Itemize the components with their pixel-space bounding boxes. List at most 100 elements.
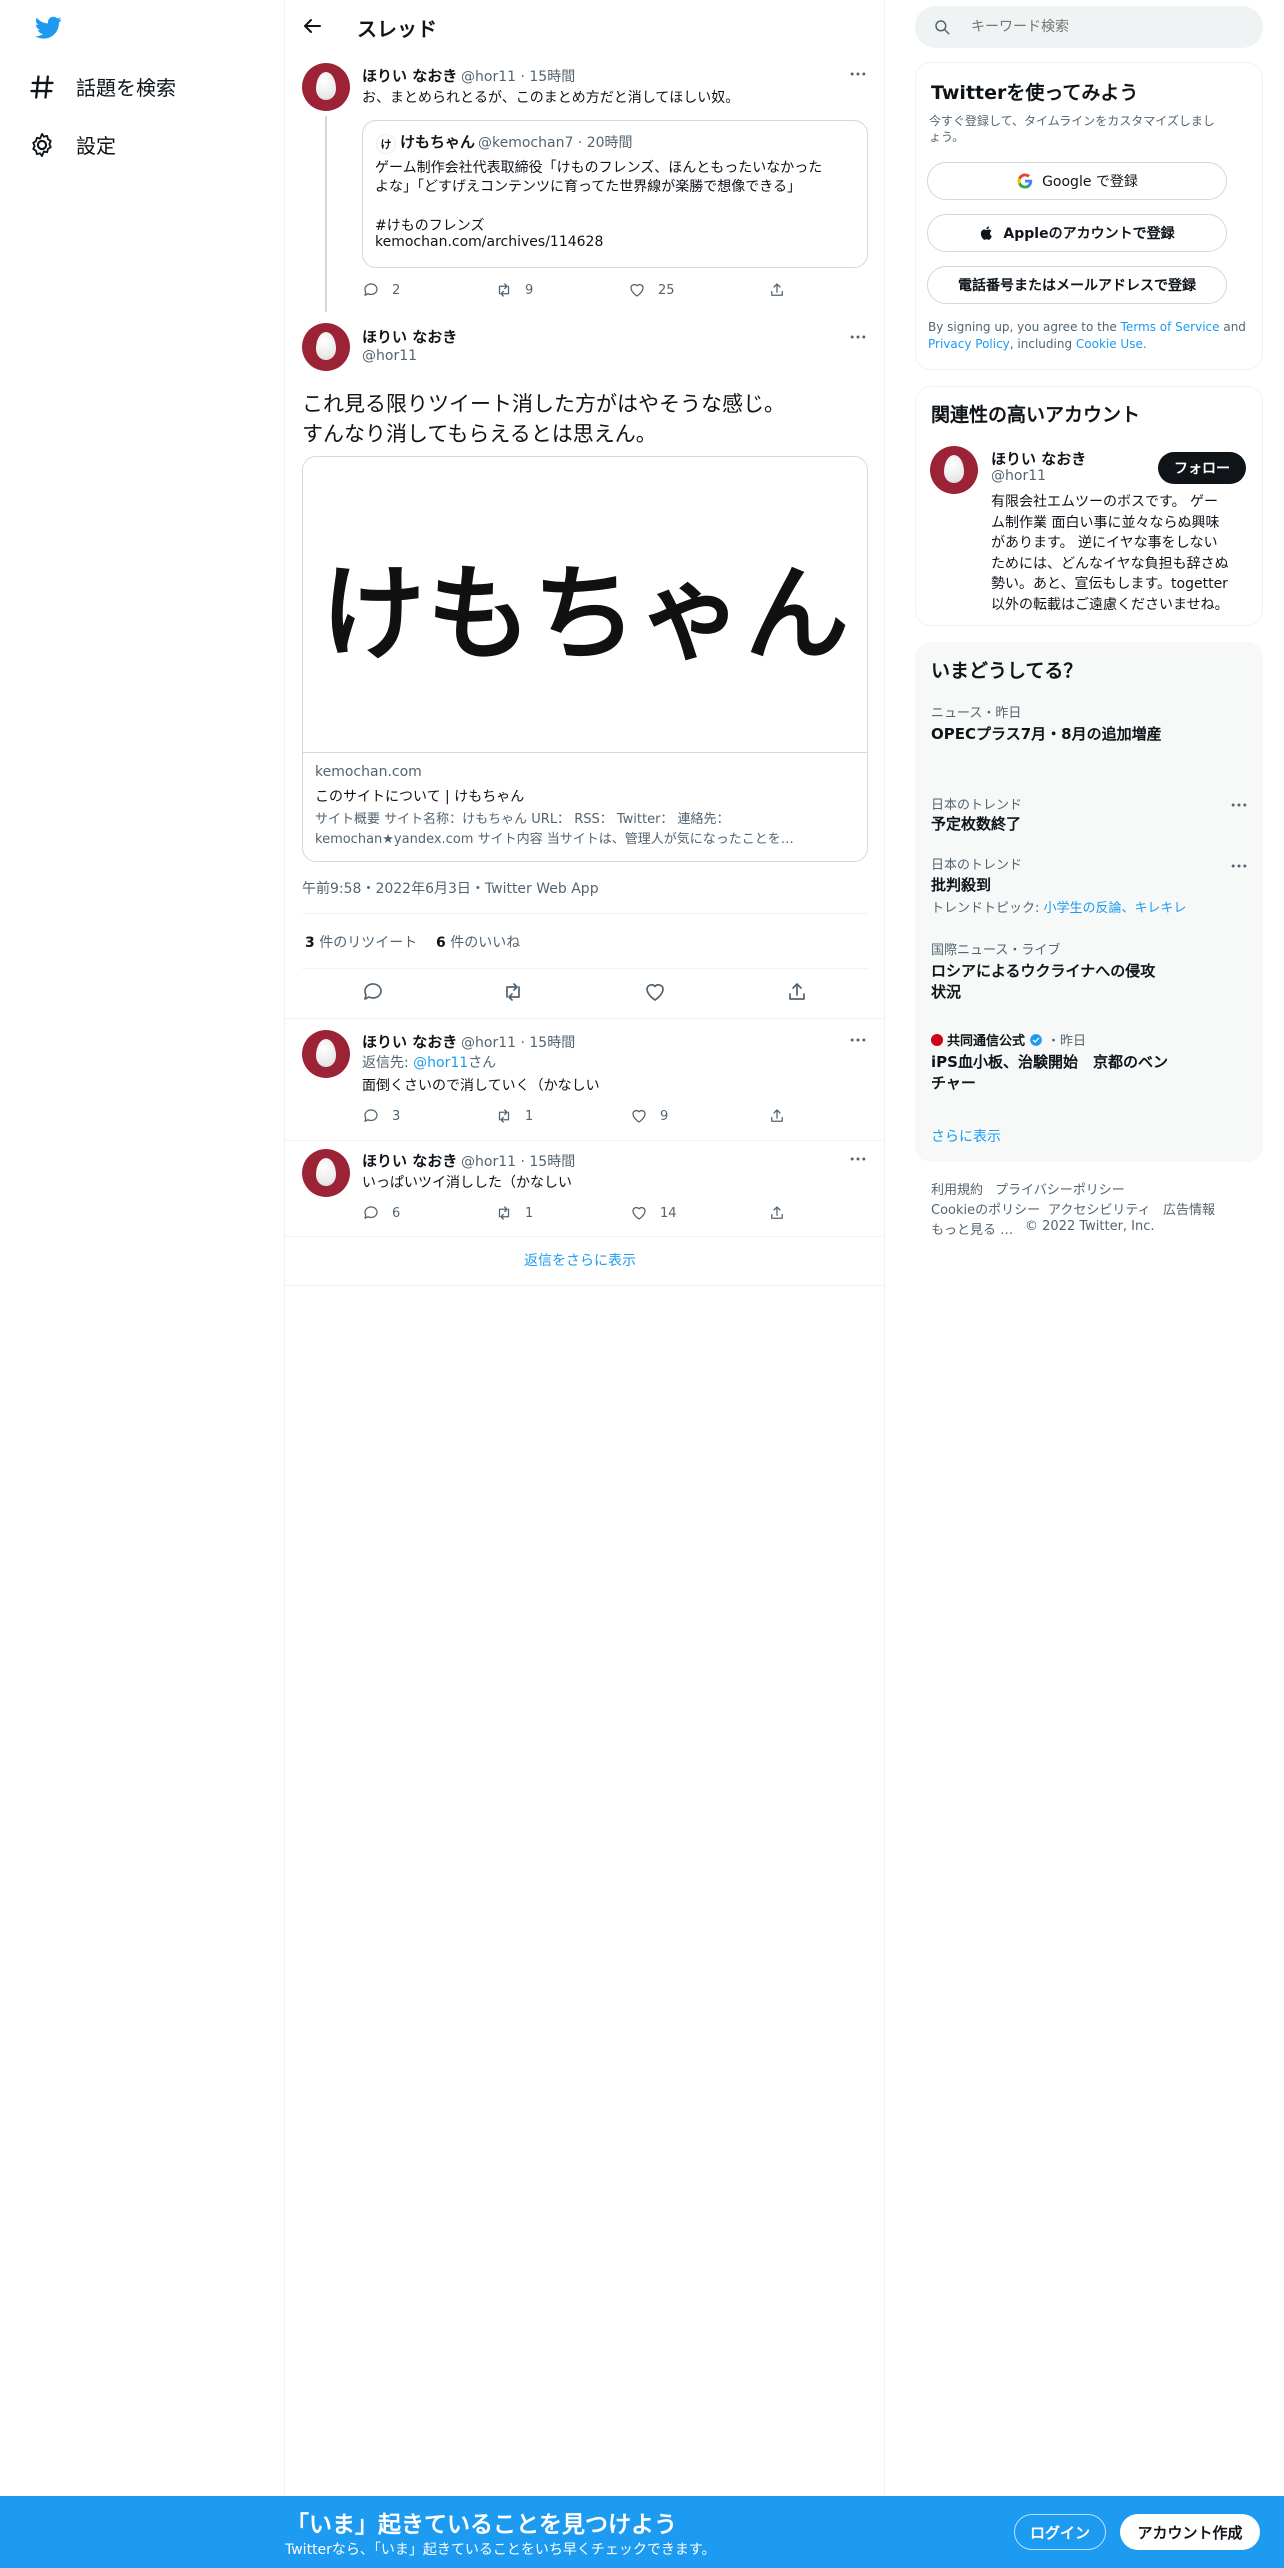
share-icon <box>771 1109 783 1122</box>
login-button[interactable]: ログイン <box>1014 2514 1106 2550</box>
signup-button[interactable]: アカウント作成 <box>1120 2514 1260 2550</box>
more-icon[interactable] <box>848 1149 868 1169</box>
nav-settings[interactable]: 設定 <box>28 130 116 159</box>
quote-text-line: ゲーム制作会社代表取締役「けものフレンズ、ほんともったいなかった <box>375 160 823 176</box>
trend-source-line: 共同通信公式 ・昨日 <box>931 1030 1086 1049</box>
share-button[interactable] <box>768 1204 786 1222</box>
link-description: kemochan★yandex.com サイト内容 当サイトは、管理人が気になっ… <box>315 832 794 847</box>
bottom-bar-title: 「いま」起きていることを見つけよう <box>286 2512 677 2538</box>
egg-icon <box>944 455 964 483</box>
footer-ads-link[interactable]: 広告情報 <box>1163 1199 1215 1218</box>
more-icon[interactable] <box>1229 856 1249 876</box>
heart-icon[interactable] <box>643 980 667 1004</box>
more-icon[interactable] <box>848 64 868 84</box>
retweet-button[interactable]: 9 <box>495 281 533 299</box>
reply-icon <box>364 283 378 296</box>
follow-button[interactable]: フォロー <box>1158 452 1246 484</box>
avatar[interactable] <box>302 323 350 371</box>
reply-button[interactable]: 2 <box>362 281 400 299</box>
quote-hashtag: #けものフレンズ <box>375 218 485 234</box>
like-button[interactable]: 25 <box>628 281 675 299</box>
search-box[interactable] <box>915 6 1263 48</box>
cookie-link[interactable]: Cookie Use. <box>1076 337 1147 351</box>
retweet-icon <box>498 1109 510 1123</box>
tweet-author-name[interactable]: ほりい なおき <box>362 326 457 347</box>
tweet-text: いっぱいツイ消しした（かなしい <box>362 1175 572 1191</box>
quote-text-line: よな」「どすげえコンテンツに育ってた世界線が楽勝で想像できる」 <box>375 179 802 195</box>
retweet-button[interactable]: 1 <box>495 1204 533 1222</box>
twitter-logo-icon[interactable] <box>32 14 64 42</box>
tweet-author-name[interactable]: ほりい なおき <box>362 1150 457 1171</box>
share-button[interactable] <box>768 1107 786 1125</box>
tweet-text: 面倒くさいので消していく（かなしい <box>362 1078 600 1094</box>
egg-icon <box>316 72 336 100</box>
like-button[interactable]: 14 <box>630 1204 677 1222</box>
terms-notice: Privacy Policy, including Cookie Use. <box>928 337 1147 351</box>
nav-explore[interactable]: 話題を検索 <box>28 72 176 101</box>
like-button[interactable]: 9 <box>630 1107 668 1125</box>
reply-to-handle-link[interactable]: @hor11 <box>413 1055 468 1071</box>
trend-item[interactable]: チャー <box>931 1072 976 1093</box>
reply-button[interactable]: 6 <box>362 1204 400 1222</box>
egg-icon <box>316 1039 336 1067</box>
google-signup-button[interactable]: Google で登録 <box>927 162 1227 200</box>
tweet-author-name[interactable]: ほりい なおき <box>362 65 457 86</box>
more-icon[interactable] <box>848 327 868 347</box>
footer-more-link[interactable]: もっと見る … <box>931 1219 1013 1238</box>
avatar[interactable] <box>302 1149 350 1197</box>
nav-explore-label: 話題を検索 <box>76 76 176 100</box>
trend-category: 日本のトレンド <box>931 858 1023 873</box>
terms-link[interactable]: Terms of Service <box>1121 320 1220 334</box>
trend-topic-link[interactable]: 小学生の反論、キレキレ <box>1044 901 1187 916</box>
tweet-author-handle[interactable]: @hor11 · 15時間 <box>461 66 575 86</box>
footer-terms-link[interactable]: 利用規約 <box>931 1179 983 1198</box>
apple-signup-button[interactable]: Appleのアカウントで登録 <box>927 214 1227 252</box>
share-icon <box>771 283 783 296</box>
trends-show-more-link[interactable]: さらに表示 <box>931 1126 1001 1146</box>
more-icon[interactable] <box>1229 795 1249 815</box>
avatar[interactable] <box>302 63 350 111</box>
footer-accessibility-link[interactable]: アクセシビリティ <box>1048 1199 1151 1218</box>
left-navigation: 話題を検索 設定 <box>0 0 285 2568</box>
trend-item[interactable]: iPS血小板、治験開始 京都のベン <box>931 1051 1168 1072</box>
tweet-timestamp[interactable]: 午前9:58・2022年6月3日・Twitter Web App <box>302 878 599 898</box>
reply-icon <box>364 1206 378 1219</box>
search-input[interactable] <box>971 14 1251 40</box>
back-arrow-icon[interactable] <box>300 14 324 38</box>
tweet-author-handle[interactable]: @hor11 · 15時間 <box>461 1032 575 1052</box>
avatar[interactable] <box>302 1030 350 1078</box>
more-icon[interactable] <box>848 1030 868 1050</box>
reply-icon[interactable] <box>361 980 385 1004</box>
divider <box>285 1285 885 1286</box>
share-button[interactable] <box>768 281 786 299</box>
trend-item[interactable]: 予定枚数終了 <box>931 813 1021 834</box>
main-tweet-text-line: これ見る限りツイート消した方がはやそうな感じ。 <box>302 392 785 416</box>
retweet-icon[interactable] <box>501 980 525 1004</box>
retweet-icon <box>498 1206 510 1220</box>
phone-email-signup-button[interactable]: 電話番号またはメールアドレスで登録 <box>927 266 1227 304</box>
retweet-button[interactable]: 1 <box>495 1107 533 1125</box>
trend-item[interactable]: ロシアによるウクライナへの侵攻 <box>931 960 1155 981</box>
avatar[interactable] <box>930 446 978 494</box>
tweet-author-handle[interactable]: @hor11 <box>362 348 417 364</box>
retweet-count-link[interactable]: 3 件のリツイート <box>305 932 417 952</box>
google-icon <box>1017 173 1033 189</box>
trend-item[interactable]: 状況 <box>931 981 961 1002</box>
like-count-link[interactable]: 6 件のいいね <box>436 932 520 952</box>
egg-icon <box>316 332 336 360</box>
account-handle[interactable]: @hor11 <box>991 468 1046 484</box>
account-name[interactable]: ほりい なおき <box>991 448 1086 469</box>
footer-cookie-link[interactable]: Cookieのポリシー <box>931 1199 1040 1218</box>
show-more-replies-link[interactable]: 返信をさらに表示 <box>524 1250 636 1270</box>
tweet-author-handle[interactable]: @hor11 · 15時間 <box>461 1151 575 1171</box>
footer-privacy-link[interactable]: プライバシーポリシー <box>995 1179 1125 1198</box>
main-tweet-text-line: すんなり消してもらえるとは思えん。 <box>302 422 657 446</box>
tweet-author-name[interactable]: ほりい なおき <box>362 1031 457 1052</box>
share-icon <box>771 1206 783 1219</box>
trend-item[interactable]: 批判殺到 <box>931 874 991 895</box>
trend-item[interactable]: OPECプラス7月・8月の追加増産 <box>931 723 1162 744</box>
share-icon[interactable] <box>785 980 809 1004</box>
reply-button[interactable]: 3 <box>362 1107 400 1125</box>
quote-author-name: けもちゃん <box>400 133 476 151</box>
privacy-link[interactable]: Privacy Policy <box>928 337 1010 351</box>
